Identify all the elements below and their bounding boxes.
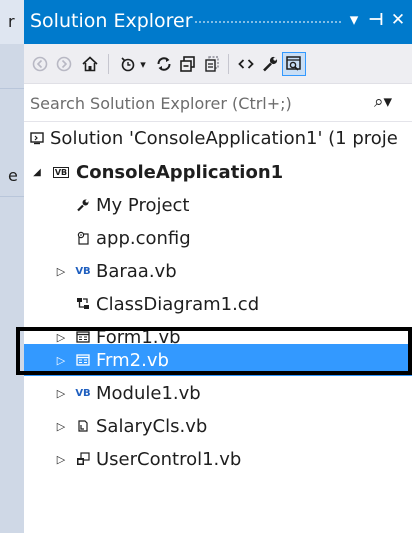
tree-item-label: app.config: [96, 227, 191, 249]
tree-row-project[interactable]: ◢ VB ConsoleApplication1: [24, 156, 412, 188]
tree-row-item[interactable]: ▷ VB Module1.vb: [24, 377, 412, 409]
class-diagram-icon: [74, 295, 92, 313]
class-file-icon: [74, 417, 92, 435]
background-editor-strip: r e: [0, 0, 24, 533]
search-box[interactable]: Search Solution Explorer (Ctrl+;) ⌕▾: [24, 84, 412, 122]
home-icon[interactable]: [78, 52, 102, 76]
search-icon[interactable]: ⌕▾: [374, 92, 392, 112]
search-input[interactable]: Search Solution Explorer (Ctrl+;): [30, 94, 292, 113]
tree-row-item[interactable]: ▷ SalaryCls.vb: [24, 410, 412, 442]
properties-icon[interactable]: [258, 52, 282, 76]
solution-explorer-panel: Solution Explorer ▾ ⊣ ✕ ▾ Search Solutio…: [24, 0, 412, 533]
vb-file-icon: VB: [75, 265, 91, 277]
explorer-toolbar: ▾: [24, 44, 412, 84]
preview-icon[interactable]: [282, 52, 306, 76]
tree-item-label: ClassDiagram1.cd: [96, 293, 260, 315]
expand-arrow-icon[interactable]: ▷: [54, 420, 68, 433]
forward-icon[interactable]: [52, 52, 76, 76]
window-position-dropdown-icon[interactable]: ▾: [344, 10, 364, 30]
tree-item-label: ConsoleApplication1: [76, 161, 284, 183]
collapse-all-icon[interactable]: [176, 52, 200, 76]
tree-row-item[interactable]: My Project: [24, 189, 412, 221]
toolbar-separator: [228, 54, 229, 74]
background-divider: [0, 88, 24, 89]
back-icon[interactable]: [28, 52, 52, 76]
tree-item-label: Module1.vb: [96, 382, 201, 404]
expanded-arrow-icon[interactable]: ◢: [30, 167, 44, 178]
background-text-fragment: r: [8, 12, 15, 31]
vb-project-icon: VB: [52, 166, 70, 178]
panel-titlebar[interactable]: Solution Explorer ▾ ⊣ ✕: [24, 0, 412, 44]
panel-title: Solution Explorer: [30, 10, 193, 32]
tree-item-label: UserControl1.vb: [96, 448, 242, 470]
tree-row-item[interactable]: ▷ VB Baraa.vb: [24, 255, 412, 287]
tree-item-label: Baraa.vb: [96, 260, 177, 282]
pin-icon[interactable]: ⊣: [366, 10, 386, 30]
tree-row-item[interactable]: ▷ UserControl1.vb: [24, 443, 412, 475]
background-divider: [0, 196, 24, 197]
tree-row-solution[interactable]: Solution 'ConsoleApplication1' (1 proje: [24, 122, 412, 154]
tree-item-label: My Project: [96, 194, 190, 216]
drag-grip[interactable]: [194, 20, 342, 25]
config-file-icon: [74, 229, 92, 247]
user-control-icon: [74, 450, 92, 468]
tree-row-item[interactable]: app.config: [24, 222, 412, 254]
toolbar-separator: [108, 54, 109, 74]
view-code-icon[interactable]: [234, 52, 258, 76]
background-text-fragment: e: [8, 166, 18, 185]
solution-icon: [28, 129, 46, 147]
chevron-down-icon[interactable]: ▾: [136, 52, 150, 76]
expand-arrow-icon[interactable]: ▷: [54, 387, 68, 400]
wrench-icon: [74, 196, 92, 214]
expand-arrow-icon[interactable]: ▷: [54, 265, 68, 278]
tree-item-label: SalaryCls.vb: [96, 415, 208, 437]
close-icon[interactable]: ✕: [388, 10, 408, 30]
tree-item-label: Solution 'ConsoleApplication1' (1 proje: [50, 127, 398, 149]
expand-arrow-icon[interactable]: ▷: [54, 453, 68, 466]
tree-row-item[interactable]: ClassDiagram1.cd: [24, 288, 412, 320]
show-all-files-icon[interactable]: [200, 52, 224, 76]
sync-icon[interactable]: [152, 52, 176, 76]
highlight-annotation-box: [16, 327, 412, 375]
vb-file-icon: VB: [75, 387, 91, 399]
